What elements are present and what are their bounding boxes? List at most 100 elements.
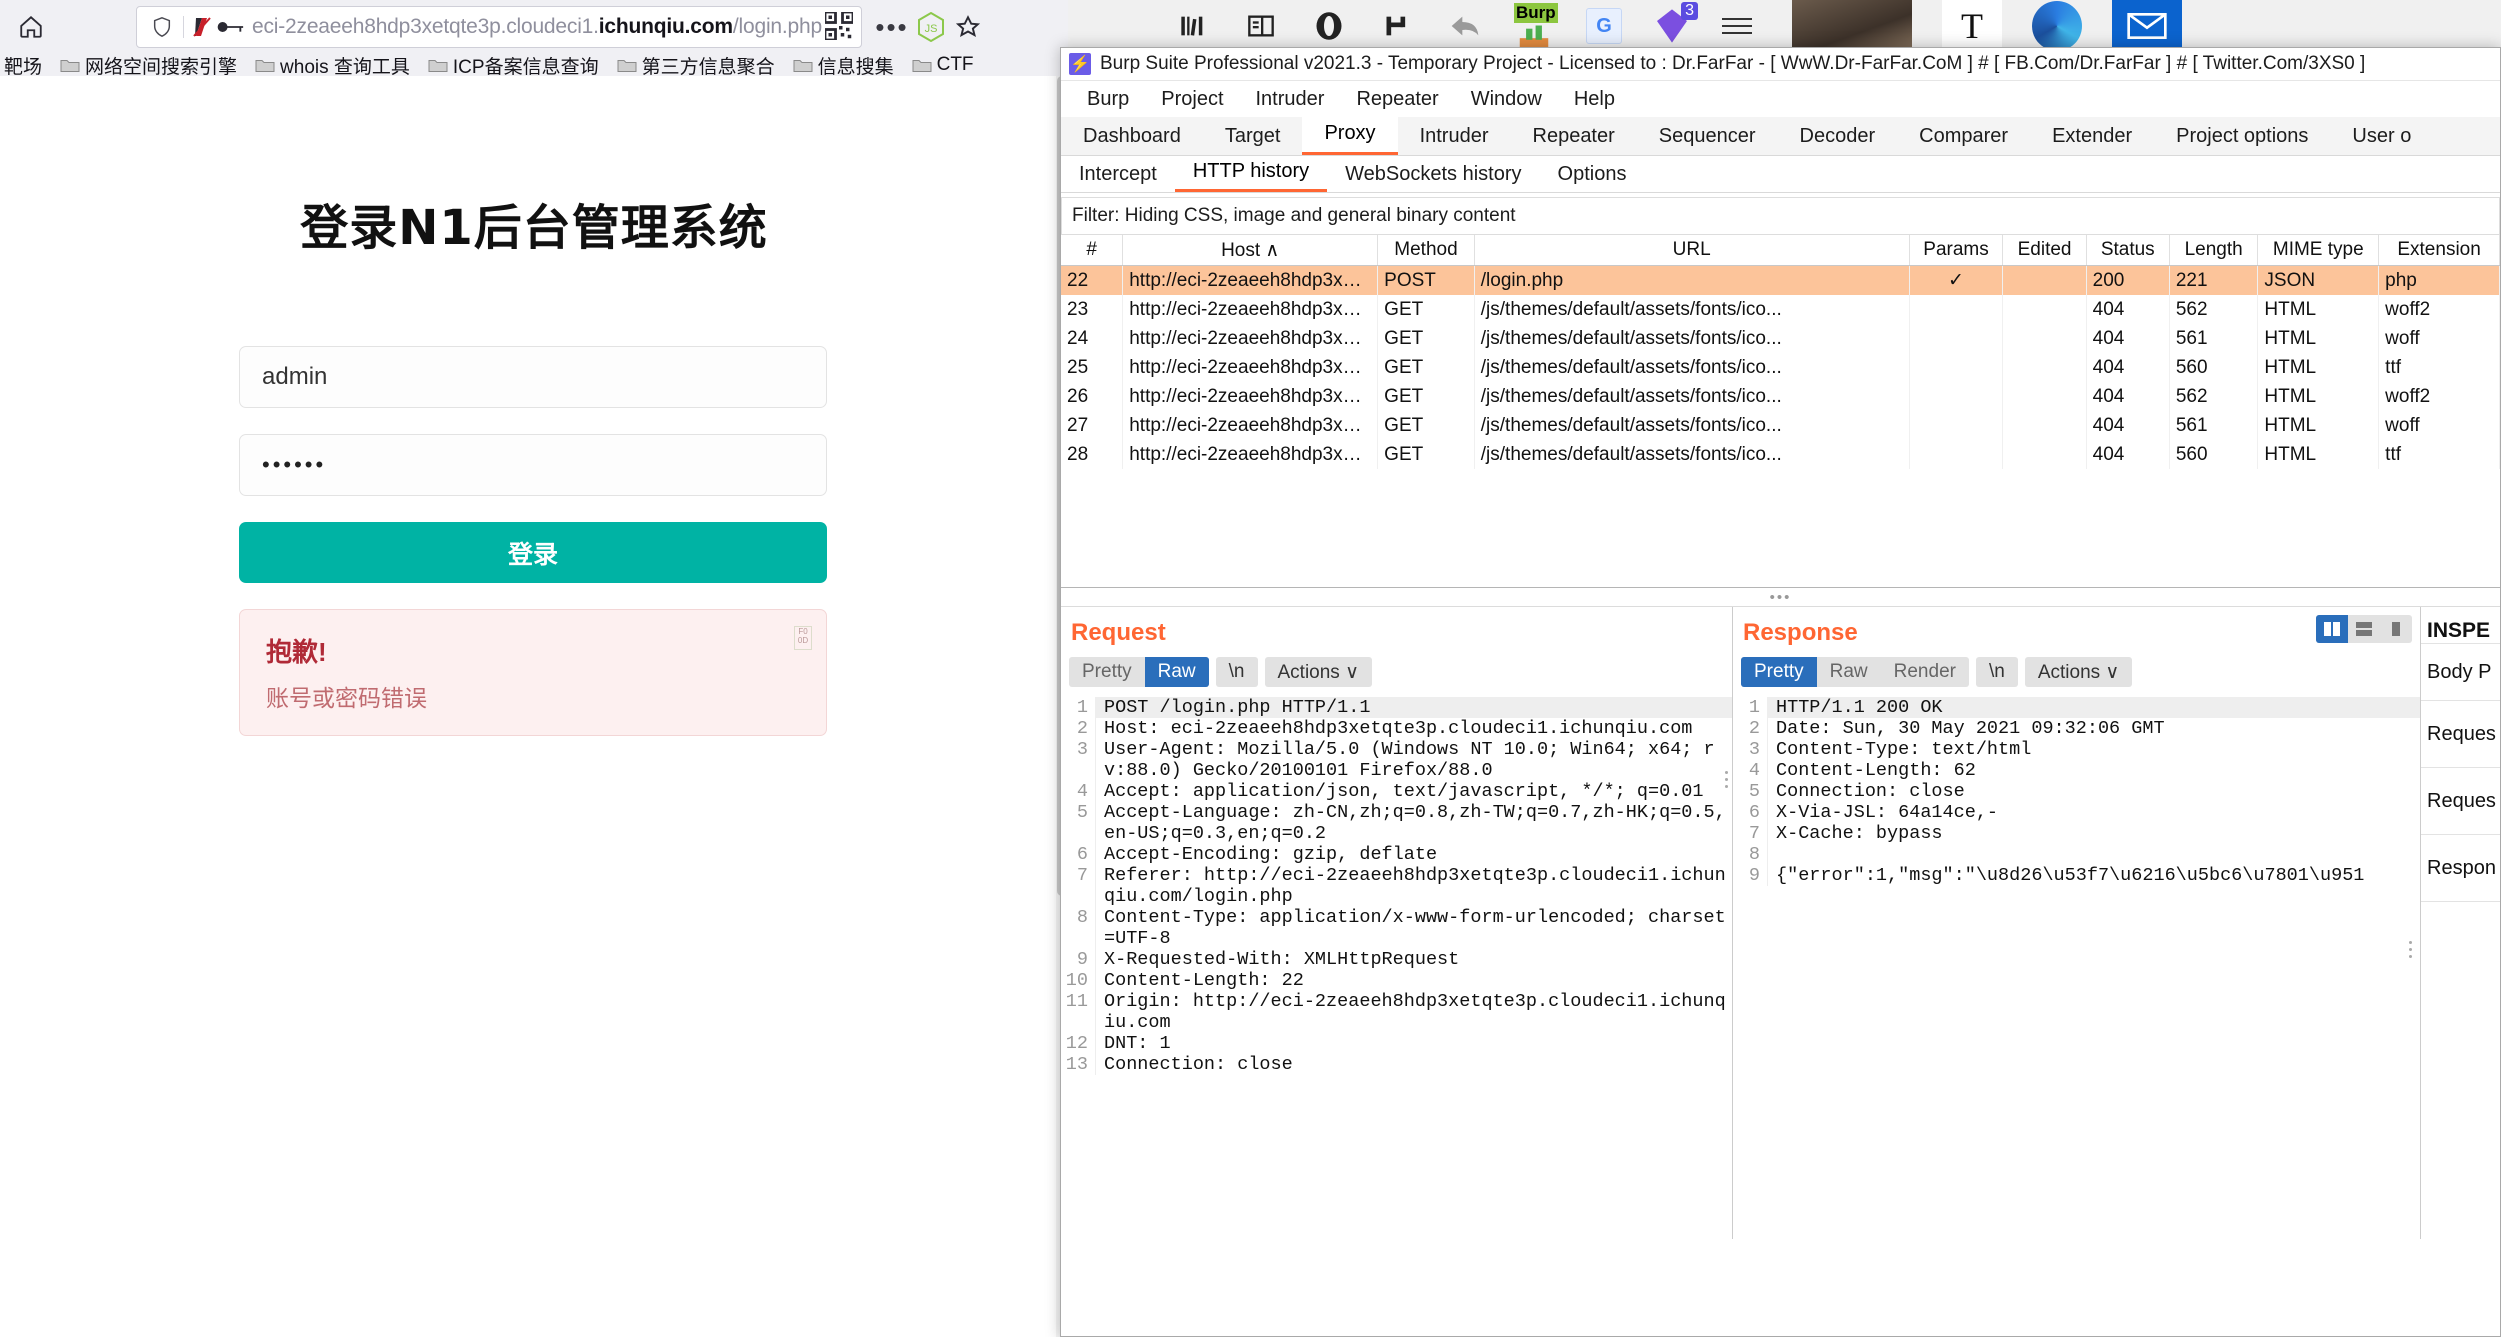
response-view-toggle[interactable]: Pretty Raw Render	[1741, 657, 1969, 687]
inspector-row-request-query[interactable]: Reques	[2421, 700, 2500, 767]
menu-item-help[interactable]: Help	[1558, 84, 1631, 114]
photo-thumbnail[interactable]	[1792, 0, 1912, 52]
table-row[interactable]: 22 http://eci-2zeaeeh8hdp3xet... POST /l…	[1061, 265, 2500, 295]
inspector-row-response-headers[interactable]: Respon	[2421, 834, 2500, 901]
menu-item-intruder[interactable]: Intruder	[1240, 84, 1341, 114]
burp-taskbar-icon[interactable]: Burp	[1514, 3, 1558, 51]
request-view-toggle[interactable]: Pretty Raw	[1069, 657, 1209, 687]
menu-item-project[interactable]: Project	[1145, 84, 1239, 114]
password-input[interactable]: ••••••	[239, 434, 827, 496]
qr-code-icon[interactable]	[823, 10, 855, 42]
tab-intruder[interactable]: Intruder	[1398, 118, 1511, 155]
table-row[interactable]: 25 http://eci-2zeaeeh8hdp3xet... GET /js…	[1061, 353, 2500, 382]
code-line: 8	[1733, 844, 2420, 865]
col-params[interactable]: Params	[1909, 235, 2004, 266]
js-badge-icon[interactable]: JS	[914, 10, 948, 44]
http-history-table-wrap: # Host ∧ Method URL Params Edited Status…	[1061, 235, 2500, 588]
opera-icon[interactable]	[1310, 7, 1348, 45]
reader-icon[interactable]	[1242, 7, 1280, 45]
address-bar[interactable]: eci-2zeaeeh8hdp3xetqte3p.cloudeci1.ichun…	[136, 6, 862, 48]
menu-icon[interactable]	[1722, 9, 1762, 43]
response-raw-button[interactable]: Raw	[1817, 657, 1881, 687]
circular-app-icon[interactable]	[2032, 1, 2082, 51]
request-pretty-button[interactable]: Pretty	[1069, 657, 1145, 687]
more-dots-icon[interactable]: •••	[872, 11, 912, 43]
menu-item-repeater[interactable]: Repeater	[1340, 84, 1454, 114]
bookmark-item[interactable]: whois 查询工具	[246, 54, 419, 78]
request-actions-button[interactable]: Actions ∨	[1264, 657, 1372, 687]
bookmark-item[interactable]: 靶场	[0, 54, 51, 78]
inspector-row-body-params[interactable]: Body P	[2421, 643, 2500, 700]
layout-single-pane-icon[interactable]	[2380, 615, 2412, 643]
tab-user-options[interactable]: User o	[2330, 118, 2433, 155]
table-row[interactable]: 26 http://eci-2zeaeeh8hdp3xet... GET /js…	[1061, 382, 2500, 411]
layout-vertical-split-icon[interactable]	[2316, 615, 2348, 643]
menu-item-window[interactable]: Window	[1455, 84, 1558, 114]
cell-edited	[2002, 295, 2087, 324]
table-row[interactable]: 28 http://eci-2zeaeeh8hdp3xet... GET /js…	[1061, 440, 2500, 469]
back-arrow-icon[interactable]	[1446, 7, 1484, 45]
response-scroll-grip[interactable]	[2406, 937, 2414, 1197]
col-edited[interactable]: Edited	[2002, 235, 2087, 266]
text-tool-icon[interactable]: T	[1942, 0, 2002, 52]
tab-sequencer[interactable]: Sequencer	[1637, 118, 1778, 155]
mail-icon[interactable]	[2112, 0, 2182, 52]
subtab-http-history[interactable]: HTTP history	[1174, 154, 1328, 192]
menu-item-burp[interactable]: Burp	[1071, 84, 1145, 114]
pocket-star-icon[interactable]	[950, 10, 986, 44]
col-index[interactable]: #	[1061, 235, 1124, 266]
request-body[interactable]: 1 POST /login.php HTTP/1.1 2 Host: eci-2ze…	[1061, 695, 1732, 1075]
bookmark-item[interactable]: 网络空间搜索引擎	[51, 54, 246, 78]
response-render-button[interactable]: Render	[1881, 657, 1969, 687]
table-row[interactable]: 27 http://eci-2zeaeeh8hdp3xet... GET /js…	[1061, 411, 2500, 440]
shield-icon[interactable]	[147, 14, 177, 40]
table-row[interactable]: 24 http://eci-2zeaeeh8hdp3xet... GET /js…	[1061, 324, 2500, 353]
request-scroll-grip[interactable]	[1722, 767, 1730, 1027]
home-icon[interactable]	[14, 10, 48, 44]
tab-dashboard[interactable]: Dashboard	[1061, 118, 1203, 155]
tab-repeater[interactable]: Repeater	[1511, 118, 1637, 155]
bookmark-item[interactable]: CTF	[903, 54, 983, 76]
login-button[interactable]: 登录	[239, 522, 827, 583]
pane-splitter[interactable]: •••	[1061, 588, 2500, 607]
response-body[interactable]: 1 HTTP/1.1 200 OK 2 Date: Sun, 30 May 2021…	[1733, 695, 2420, 886]
subtab-intercept[interactable]: Intercept	[1061, 157, 1175, 192]
response-actions-button[interactable]: Actions ∨	[2024, 657, 2133, 687]
bookmark-item[interactable]: 第三方信息聚合	[608, 54, 784, 78]
col-method[interactable]: Method	[1377, 235, 1475, 266]
subtab-websockets-history[interactable]: WebSockets history	[1327, 157, 1539, 192]
inspector-row-request-headers[interactable]: Reques	[2421, 767, 2500, 834]
filter-bar[interactable]: Filter: Hiding CSS, image and general bi…	[1061, 197, 2500, 235]
request-newline-button[interactable]: \n	[1215, 657, 1258, 687]
tools-icon[interactable]	[1378, 7, 1416, 45]
col-host[interactable]: Host ∧	[1122, 235, 1379, 266]
response-pretty-button[interactable]: Pretty	[1741, 657, 1817, 687]
bookmark-item[interactable]: 信息搜集	[784, 54, 903, 78]
tab-comparer[interactable]: Comparer	[1897, 118, 2030, 155]
col-status[interactable]: Status	[2086, 235, 2170, 266]
response-newline-button[interactable]: \n	[1975, 657, 2018, 687]
col-mime-type[interactable]: MIME type	[2257, 235, 2380, 266]
bookmark-item[interactable]: ICP备案信息查询	[419, 54, 608, 78]
tab-decoder[interactable]: Decoder	[1778, 118, 1898, 155]
layout-horizontal-split-icon[interactable]	[2348, 615, 2380, 643]
request-raw-button[interactable]: Raw	[1144, 657, 1209, 687]
tab-extender[interactable]: Extender	[2030, 118, 2154, 155]
tab-project-options[interactable]: Project options	[2154, 118, 2330, 155]
url-text[interactable]: eci-2zeaeeh8hdp3xetqte3p.cloudeci1.ichun…	[252, 15, 822, 39]
col-url[interactable]: URL	[1474, 235, 1910, 266]
col-extension[interactable]: Extension	[2378, 235, 2500, 266]
tab-target[interactable]: Target	[1203, 118, 1303, 155]
col-length[interactable]: Length	[2169, 235, 2259, 266]
alert-close-icon[interactable]: F0 0D	[794, 626, 812, 650]
key-icon[interactable]	[216, 16, 246, 38]
tab-proxy[interactable]: Proxy	[1302, 115, 1398, 155]
purple-app-icon[interactable]: 3	[1652, 2, 1698, 46]
username-input[interactable]: admin	[239, 346, 827, 408]
cell-method: POST	[1377, 265, 1475, 295]
google-icon[interactable]: G	[1586, 8, 1622, 44]
subtab-options[interactable]: Options	[1540, 157, 1645, 192]
library-icon[interactable]	[1174, 7, 1212, 45]
table-row[interactable]: 23 http://eci-2zeaeeh8hdp3xet... GET /js…	[1061, 295, 2500, 324]
noscript-icon[interactable]	[190, 15, 216, 39]
